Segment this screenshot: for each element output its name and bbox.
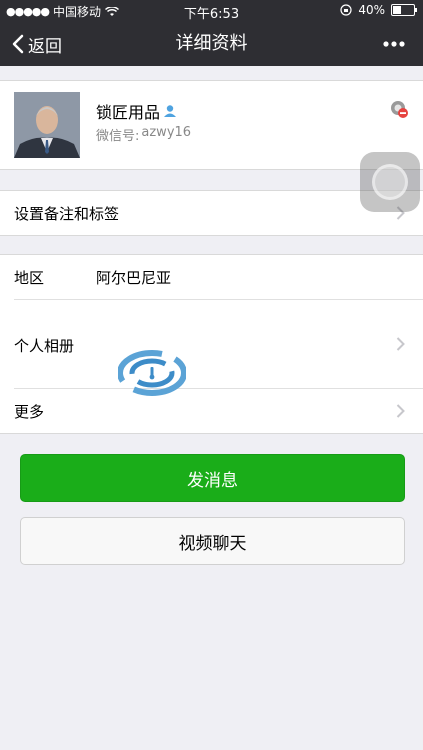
- battery-icon: [391, 4, 417, 16]
- chevron-right-icon: [396, 337, 405, 351]
- orientation-lock-icon: [340, 4, 352, 16]
- blocked-status-icon: [389, 99, 409, 123]
- album-row[interactable]: 个人相册: [0, 300, 423, 388]
- video-chat-button[interactable]: 视频聊天: [20, 517, 405, 565]
- page-title: 详细资料: [175, 33, 248, 54]
- watermark-logo: [118, 350, 186, 396]
- battery-percent: 40%: [358, 3, 385, 17]
- more-button[interactable]: [383, 22, 405, 66]
- send-message-button[interactable]: 发消息: [20, 454, 405, 502]
- region-label: 地区: [14, 268, 45, 287]
- album-label: 个人相册: [14, 337, 75, 355]
- chevron-right-icon: [396, 404, 405, 418]
- assistive-touch-button[interactable]: [360, 152, 420, 212]
- wechat-id: azwy16: [141, 125, 192, 140]
- more-row[interactable]: 更多: [0, 389, 423, 433]
- contact-name-row: 锁匠用品: [96, 99, 177, 123]
- region-row: 地区 阿尔巴尼亚: [0, 255, 423, 299]
- assistive-touch-icon: [372, 164, 408, 200]
- profile-card: 锁匠用品 微信号: azwy16: [0, 80, 423, 170]
- remark-tags-label: 设置备注和标签: [14, 204, 120, 223]
- back-button[interactable]: 返回: [12, 22, 62, 66]
- contact-name: 锁匠用品: [96, 103, 161, 122]
- info-section: 地区 阿尔巴尼亚 个人相册 更多: [0, 254, 423, 434]
- wechat-id-label: 微信号:: [96, 129, 140, 144]
- avatar[interactable]: [14, 92, 80, 158]
- more-dots-icon: [383, 41, 405, 47]
- gender-person-icon: [164, 105, 177, 117]
- region-value: 阿尔巴尼亚: [96, 268, 172, 287]
- more-label: 更多: [14, 402, 45, 421]
- status-bar: ●●●●● 中国移动 下午6:53 40%: [0, 0, 423, 22]
- chevron-left-icon: [12, 34, 24, 54]
- avatar-photo: [14, 92, 80, 158]
- wechat-id-row: 微信号: azwy16: [96, 125, 191, 144]
- navigation-bar: 返回 详细资料: [0, 22, 423, 66]
- back-label: 返回: [28, 36, 62, 57]
